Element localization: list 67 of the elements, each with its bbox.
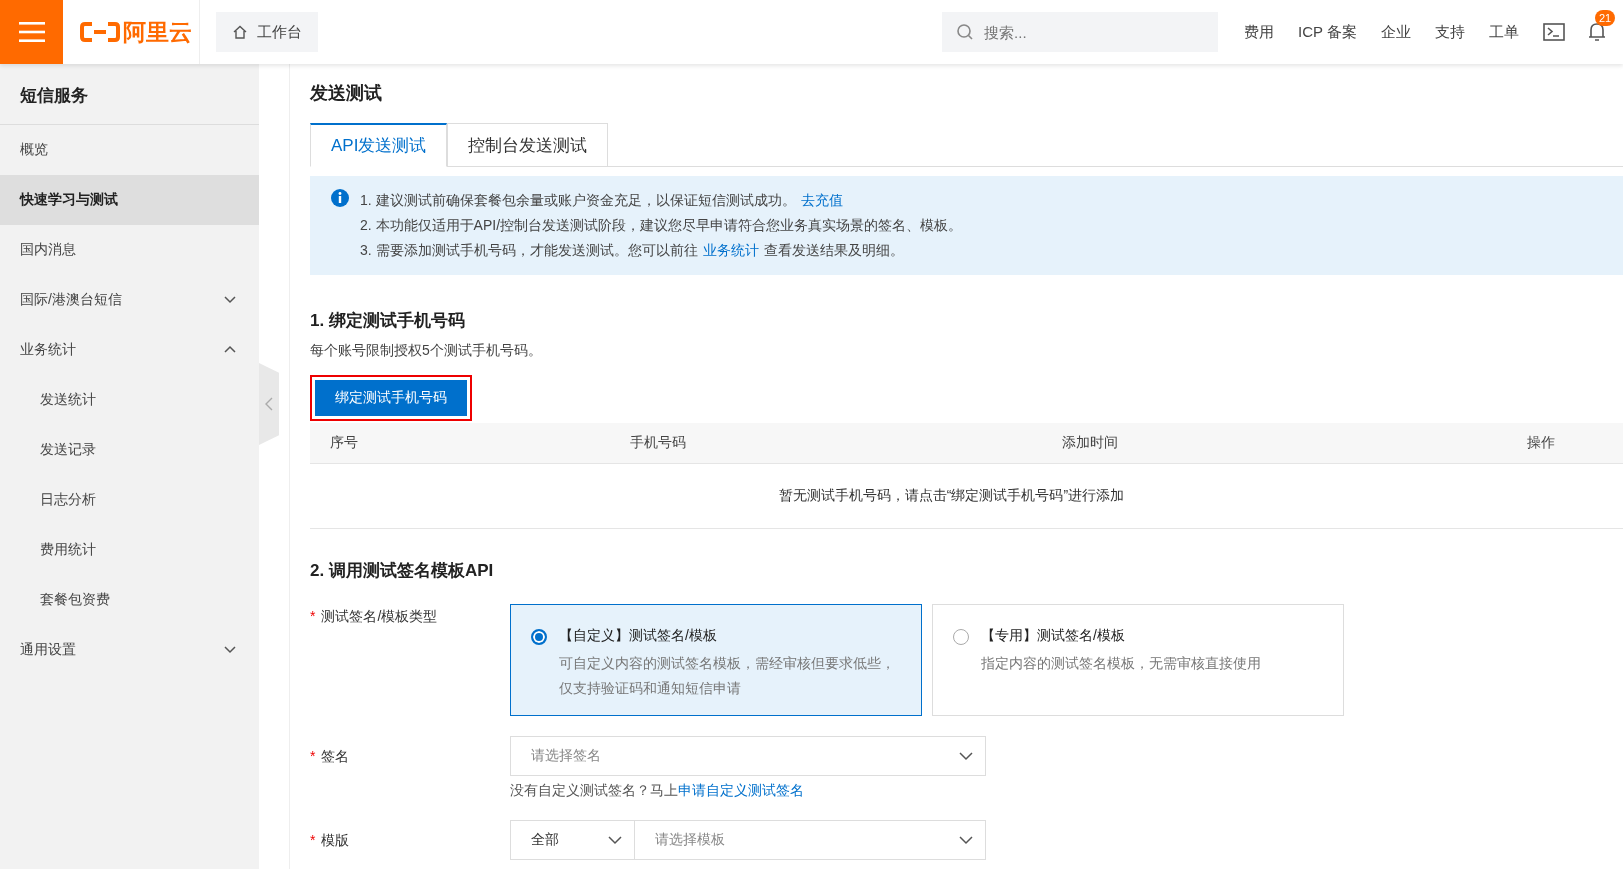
sidebar-item[interactable]: 业务统计 (0, 325, 259, 375)
chevron-left-icon (265, 397, 273, 411)
empty-message: 暂无测试手机号码，请点击“绑定测试手机号码”进行添加 (778, 487, 1125, 505)
sidebar-item[interactable]: 国际/港澳台短信 (0, 275, 259, 325)
help-text: 没有自定义测试签名？马上 (510, 782, 678, 798)
option-description: 指定内容的测试签名模板，无需审核直接使用 (981, 654, 1261, 673)
column-header: 操作 (1526, 434, 1556, 452)
terminal-icon[interactable] (1543, 23, 1565, 41)
template-select[interactable]: 请选择模板 (635, 820, 986, 860)
page-title: 发送测试 (310, 82, 383, 105)
logo-text: 阿里云 (123, 17, 192, 47)
sidebar-title: 短信服务 (0, 64, 259, 125)
menu-button[interactable] (0, 0, 63, 64)
option-card[interactable]: 【专用】测试签名/模板 指定内容的测试签名模板，无需审核直接使用 (932, 604, 1344, 716)
sidebar-item[interactable]: 概览 (0, 125, 259, 175)
workbench-button[interactable]: 工作台 (216, 12, 318, 52)
top-nav-link[interactable]: 企业 (1381, 22, 1411, 42)
section-title: 1. 绑定测试手机号码 (310, 310, 466, 332)
sidebar-item[interactable]: 国内消息 (0, 225, 259, 275)
tab[interactable]: 控制台发送测试 (447, 123, 609, 167)
column-header: 序号 (329, 434, 359, 452)
section-title: 2. 调用测试签名模板API (310, 560, 495, 582)
apply-signature-link[interactable]: 申请自定义测试签名 (678, 782, 804, 798)
top-nav-link[interactable]: 费用 (1244, 22, 1275, 42)
option-description: 可自定义内容的测试签名模板，需经审核但要求低些，仅支持验证码和通知短信申请 (559, 654, 896, 698)
sidebar-subitem[interactable]: 发送记录 (0, 425, 259, 475)
field-label: 签名 (321, 748, 350, 764)
option-title: 【自定义】测试签名/模板 (559, 627, 718, 645)
notice-text: 3. 需要添加测试手机号码，才能发送测试。您可以前往 (360, 242, 698, 258)
notice-text: 1. 建议测试前确保套餐包余量或账户资金充足，以保证短信测试成功。 (360, 192, 796, 208)
search-field[interactable]: 搜索... (942, 12, 1219, 52)
sidebar-subitem[interactable]: 套餐包资费 (0, 575, 259, 625)
sidebar-item[interactable]: 快速学习与测试 (0, 175, 259, 225)
required-mark: * (310, 832, 316, 848)
radio-button[interactable] (531, 629, 547, 645)
sidebar-item[interactable]: 通用设置 (0, 625, 259, 675)
sidebar-subitem[interactable]: 日志分析 (0, 475, 259, 525)
notice-text: 查看发送结果及明细。 (763, 242, 904, 258)
field-label: 测试签名/模板类型 (321, 608, 438, 624)
top-nav-link[interactable]: 工单 (1489, 22, 1519, 42)
bell-icon[interactable] (1587, 21, 1607, 43)
required-mark: * (310, 608, 316, 624)
info-icon (330, 188, 350, 208)
sidebar-subitem[interactable]: 费用统计 (0, 525, 259, 575)
field-label: 模版 (321, 832, 350, 848)
logo-icon (80, 21, 120, 43)
tab[interactable]: API发送测试 (310, 123, 448, 167)
column-header: 添加时间 (1062, 434, 1119, 452)
option-card[interactable]: 【自定义】测试签名/模板 可自定义内容的测试签名模板，需经审核但要求低些，仅支持验证码和通知短信申请 (510, 604, 922, 716)
top-nav-link[interactable]: ICP 备案 (1298, 22, 1357, 42)
notice-link[interactable]: 业务统计 (702, 242, 759, 258)
home-icon (232, 24, 248, 40)
notice-link[interactable]: 去充值 (800, 192, 843, 208)
option-title: 【专用】测试签名/模板 (981, 627, 1126, 645)
sidebar-subitem[interactable]: 发送统计 (0, 375, 259, 425)
signature-select[interactable]: 请选择签名 (510, 736, 986, 776)
category-select[interactable]: 全部 (510, 820, 635, 860)
radio-button[interactable] (953, 629, 969, 645)
section-hint: 每个账号限制授权5个测试手机号码。 (310, 342, 543, 360)
menu-icon (18, 22, 45, 42)
column-header: 手机号码 (630, 434, 687, 452)
required-mark: * (310, 748, 316, 764)
top-nav-link[interactable]: 支持 (1435, 22, 1465, 42)
notice-text: 2. 本功能仅适用于API/控制台发送测试阶段，建议您尽早申请符合您业务真实场景的签名、模板。 (360, 217, 963, 233)
search-icon (956, 23, 975, 41)
bind-phone-button[interactable]: 绑定测试手机号码 (315, 380, 467, 416)
notification-badge: 21 (1595, 10, 1616, 26)
